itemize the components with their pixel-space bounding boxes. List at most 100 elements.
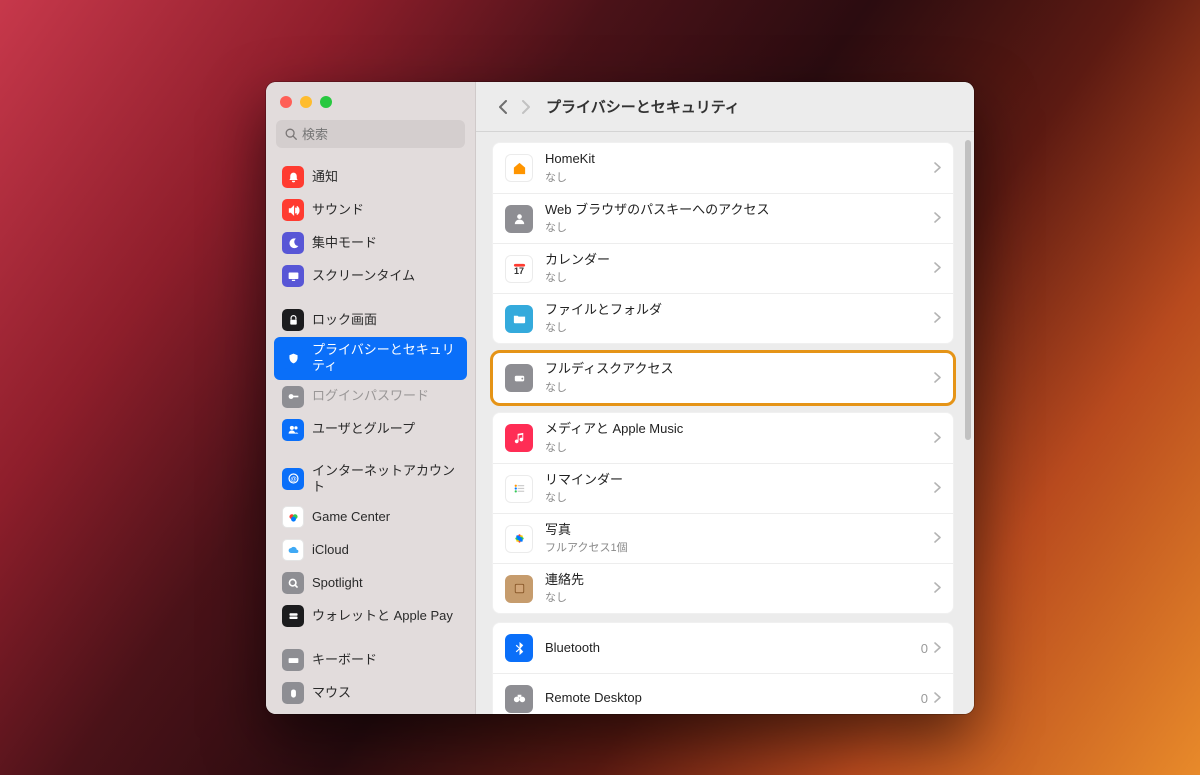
scrollbar-thumb[interactable] <box>965 140 971 440</box>
focus-icon <box>282 232 304 254</box>
sidebar-item-users[interactable]: ユーザとグループ <box>274 414 467 446</box>
row-title: ファイルとフォルダ <box>545 302 928 318</box>
lockscreen-icon <box>282 309 304 331</box>
settings-card: メディアと Apple Musicなしリマインダーなし写真フルアクセス1個連絡先… <box>492 412 954 614</box>
sound-icon <box>282 199 304 221</box>
row-count: 0 <box>921 691 928 706</box>
row-title: HomeKit <box>545 151 928 167</box>
row-count: 0 <box>921 641 928 656</box>
row-homekit[interactable]: HomeKitなし <box>493 143 953 193</box>
row-bluetooth[interactable]: Bluetooth0 <box>493 623 953 673</box>
spotlight-icon <box>282 572 304 594</box>
bluetooth-icon <box>505 634 533 662</box>
sidebar-item-label: ウォレットと Apple Pay <box>312 608 459 624</box>
zoom-window-button[interactable] <box>320 96 332 108</box>
sidebar-item-label: ロック画面 <box>312 312 459 328</box>
row-calendar[interactable]: 17カレンダーなし <box>493 243 953 293</box>
chevron-right-icon <box>934 211 941 226</box>
sidebar-item-label: キーボード <box>312 652 459 668</box>
row-contacts[interactable]: 連絡先なし <box>493 563 953 613</box>
sidebar-item-printers[interactable]: プリンタとスキャナ <box>274 710 467 714</box>
icloud-icon <box>282 539 304 561</box>
remote-icon <box>505 685 533 713</box>
chevron-right-icon <box>934 161 941 176</box>
sidebar-item-label: スクリーンタイム <box>312 268 459 284</box>
sidebar-item-privacy[interactable]: プライバシーとセキュリティ <box>274 337 467 380</box>
row-subtitle: なし <box>545 439 928 455</box>
sidebar-item-screentime[interactable]: スクリーンタイム <box>274 260 467 292</box>
system-settings-window: 通知サウンド集中モードスクリーンタイムロック画面プライバシーとセキュリティログイ… <box>266 82 974 714</box>
chevron-right-icon <box>934 641 941 656</box>
fulldisk-icon <box>505 364 533 392</box>
reminders-icon <box>505 475 533 503</box>
row-subtitle: フルアクセス1個 <box>545 539 928 555</box>
chevron-right-icon <box>934 481 941 496</box>
minimize-window-button[interactable] <box>300 96 312 108</box>
sidebar-item-label: 通知 <box>312 169 459 185</box>
sidebar-item-loginpw[interactable]: ログインパスワード <box>274 381 467 413</box>
row-fulldisk[interactable]: フルディスクアクセスなし <box>493 353 953 403</box>
sidebar-nav: 通知サウンド集中モードスクリーンタイムロック画面プライバシーとセキュリティログイ… <box>266 158 475 714</box>
back-button[interactable] <box>492 93 514 121</box>
sidebar-item-internet[interactable]: @ インターネットアカウント <box>274 458 467 501</box>
row-files[interactable]: ファイルとフォルダなし <box>493 293 953 343</box>
row-title: 写真 <box>545 522 928 538</box>
chevron-right-icon <box>521 100 530 114</box>
sidebar-item-gamecenter[interactable]: Game Center <box>274 501 467 533</box>
sidebar-item-mouse[interactable]: マウス <box>274 677 467 709</box>
chevron-right-icon <box>934 531 941 546</box>
sidebar-item-icloud[interactable]: iCloud <box>274 534 467 566</box>
homekit-icon <box>505 154 533 182</box>
sidebar-item-label: Spotlight <box>312 575 459 591</box>
sidebar-item-spotlight[interactable]: Spotlight <box>274 567 467 599</box>
row-subtitle: なし <box>545 319 928 335</box>
passkeys-icon <box>505 205 533 233</box>
row-photos[interactable]: 写真フルアクセス1個 <box>493 513 953 563</box>
row-title: カレンダー <box>545 252 928 268</box>
row-reminders[interactable]: リマインダーなし <box>493 463 953 513</box>
main-pane: プライバシーとセキュリティ HomeKitなしWeb ブラウザのパスキーへのアク… <box>476 82 974 714</box>
row-subtitle: なし <box>545 219 928 235</box>
content-scroll[interactable]: HomeKitなしWeb ブラウザのパスキーへのアクセスなし17カレンダーなしフ… <box>476 132 974 714</box>
sidebar-item-label: ユーザとグループ <box>312 421 459 437</box>
chevron-right-icon <box>934 371 941 386</box>
chevron-left-icon <box>499 100 508 114</box>
search-input[interactable] <box>302 127 457 142</box>
sidebar-item-label: プライバシーとセキュリティ <box>312 342 459 375</box>
row-title: Web ブラウザのパスキーへのアクセス <box>545 202 928 218</box>
sidebar-item-label: サウンド <box>312 202 459 218</box>
sidebar-item-focus[interactable]: 集中モード <box>274 227 467 259</box>
sidebar-item-sound[interactable]: サウンド <box>274 194 467 226</box>
row-passkeys[interactable]: Web ブラウザのパスキーへのアクセスなし <box>493 193 953 243</box>
sidebar-item-label: インターネットアカウント <box>312 463 459 496</box>
row-media[interactable]: メディアと Apple Musicなし <box>493 413 953 463</box>
row-subtitle: なし <box>545 379 928 395</box>
forward-button <box>514 93 536 121</box>
notifications-icon <box>282 166 304 188</box>
settings-card: HomeKitなしWeb ブラウザのパスキーへのアクセスなし17カレンダーなしフ… <box>492 142 954 344</box>
mouse-icon <box>282 682 304 704</box>
sidebar-item-label: 集中モード <box>312 235 459 251</box>
row-title: Remote Desktop <box>545 690 921 706</box>
sidebar-item-notifications[interactable]: 通知 <box>274 161 467 193</box>
sidebar: 通知サウンド集中モードスクリーンタイムロック画面プライバシーとセキュリティログイ… <box>266 82 476 714</box>
row-remote[interactable]: Remote Desktop0 <box>493 673 953 714</box>
privacy-icon <box>282 347 304 369</box>
sidebar-item-label: iCloud <box>312 542 459 558</box>
row-subtitle: なし <box>545 489 928 505</box>
sidebar-item-lockscreen[interactable]: ロック画面 <box>274 304 467 336</box>
settings-card: フルディスクアクセスなし <box>492 352 954 404</box>
files-icon <box>505 305 533 333</box>
row-subtitle: なし <box>545 269 928 285</box>
close-window-button[interactable] <box>280 96 292 108</box>
titlebar: プライバシーとセキュリティ <box>476 82 974 132</box>
search-field[interactable] <box>276 120 465 148</box>
svg-text:@: @ <box>290 476 296 483</box>
settings-card: Bluetooth0Remote Desktop0 <box>492 622 954 714</box>
media-icon <box>505 424 533 452</box>
sidebar-item-keyboard[interactable]: キーボード <box>274 644 467 676</box>
users-icon <box>282 419 304 441</box>
row-subtitle: なし <box>545 589 928 605</box>
sidebar-item-wallet[interactable]: ウォレットと Apple Pay <box>274 600 467 632</box>
page-title: プライバシーとセキュリティ <box>546 96 740 117</box>
